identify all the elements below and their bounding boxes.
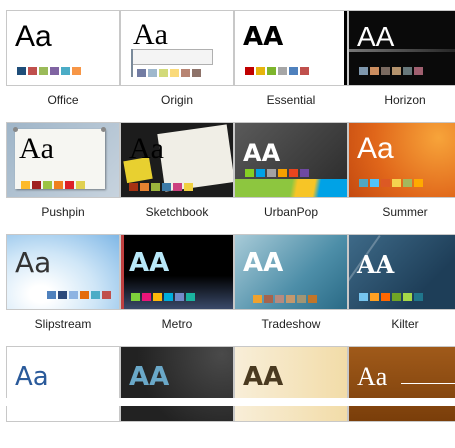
theme-thumbnail: Aa (348, 122, 455, 198)
theme-label: Kilter (391, 317, 419, 331)
metro-edge (121, 235, 124, 309)
theme-label: Office (47, 93, 79, 107)
theme-partial-1[interactable]: Aa (6, 346, 120, 448)
theme-pushpin[interactable]: Aa Pushpin (6, 122, 120, 224)
theme-origin[interactable]: Aa Origin (120, 10, 234, 112)
color-swatches (131, 293, 195, 301)
theme-thumbnail: AA (234, 10, 348, 86)
theme-label: Metro (161, 317, 193, 331)
theme-partial-3[interactable]: AA (234, 346, 348, 448)
theme-thumbnail: AA (348, 234, 455, 310)
theme-thumbnail: AA (348, 10, 455, 86)
theme-sample-text: Aa (357, 362, 388, 391)
theme-slipstream[interactable]: Aa Slipstream (6, 234, 120, 336)
essential-edge (344, 11, 347, 85)
theme-office[interactable]: Aa Office (6, 10, 120, 112)
theme-sample-text: Aa (133, 18, 168, 51)
theme-sample-text: Aa (15, 362, 49, 392)
theme-partial-4[interactable]: Aa (348, 346, 455, 448)
theme-sample-text: Aa (15, 246, 52, 279)
color-swatches (129, 183, 193, 191)
theme-thumbnail: AA (120, 346, 234, 422)
color-swatches (359, 67, 423, 75)
theme-label: Horizon (384, 93, 426, 107)
theme-sample-text: Aa (129, 132, 164, 165)
theme-sample-text: AA (129, 362, 170, 392)
rule-line (401, 383, 455, 384)
theme-sample-text: AA (357, 250, 395, 279)
theme-label: Pushpin (41, 205, 85, 219)
theme-thumbnail: Aa (6, 122, 120, 198)
theme-thumbnail: Aa (6, 346, 120, 422)
theme-sample-text: AA (357, 21, 395, 52)
color-swatches (245, 169, 309, 177)
theme-sample-text: AA (243, 362, 284, 392)
theme-thumbnail: AA (234, 122, 348, 198)
theme-label: UrbanPop (263, 205, 319, 219)
theme-label: Origin (160, 93, 193, 107)
color-swatches (21, 181, 85, 189)
theme-sample-text: AA (243, 248, 284, 278)
theme-sketchbook[interactable]: Aa Sketchbook (120, 122, 234, 224)
theme-horizon[interactable]: AA Horizon (348, 10, 455, 112)
sketch-paper (157, 124, 233, 192)
theme-thumbnail: Aa (6, 10, 120, 86)
color-swatches (245, 67, 309, 75)
theme-thumbnail: AA (234, 346, 348, 422)
theme-sample-text: Aa (357, 132, 394, 165)
theme-thumbnail: AA (234, 234, 348, 310)
theme-tradeshow[interactable]: AA Tradeshow (234, 234, 348, 336)
theme-label: Sketchbook (145, 205, 209, 219)
theme-summer[interactable]: Aa Summer (348, 122, 455, 224)
theme-label: Slipstream (34, 317, 92, 331)
theme-thumbnail: AA (120, 234, 234, 310)
theme-urbanpop[interactable]: AA UrbanPop (234, 122, 348, 224)
pin-icon (13, 127, 18, 132)
color-swatches (253, 295, 317, 303)
theme-sample-text: AA (129, 248, 170, 278)
origin-box (131, 49, 213, 65)
color-swatches (359, 293, 423, 301)
pin-icon (101, 127, 106, 132)
theme-thumbnail: Aa (120, 10, 234, 86)
theme-kilter[interactable]: AA Kilter (348, 234, 455, 336)
theme-essential[interactable]: AA Essential (234, 10, 348, 112)
theme-sample-text: AA (243, 22, 284, 52)
color-swatches (17, 67, 81, 75)
urbanpop-band (235, 179, 347, 197)
theme-sample-text: Aa (15, 20, 52, 53)
theme-thumbnail: Aa (348, 346, 455, 422)
theme-partial-2[interactable]: AA (120, 346, 234, 448)
color-swatches (47, 291, 111, 299)
theme-thumbnail: Aa (6, 234, 120, 310)
theme-label: Tradeshow (261, 317, 321, 331)
color-swatches (137, 69, 201, 77)
theme-sample-text: Aa (19, 132, 54, 165)
theme-thumbnail: Aa (120, 122, 234, 198)
theme-metro[interactable]: AA Metro (120, 234, 234, 336)
bottom-strip (0, 398, 455, 406)
theme-sample-text: AA (243, 139, 281, 167)
theme-label: Summer (382, 205, 428, 219)
color-swatches (359, 179, 423, 187)
origin-bar (131, 49, 133, 77)
theme-label: Essential (266, 93, 316, 107)
